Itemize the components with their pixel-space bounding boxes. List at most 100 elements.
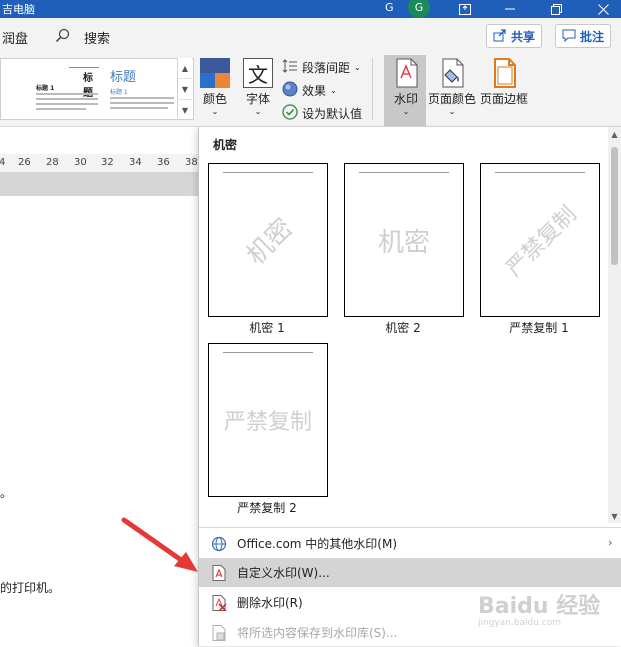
chevron-down-icon: ⌄	[402, 107, 410, 116]
effects-label: 效果	[302, 84, 327, 98]
site-watermark-url: jingyan.baidu.com	[478, 618, 562, 628]
ruler-tick: 36	[157, 157, 170, 168]
minimize-icon[interactable]	[497, 0, 523, 18]
avatar[interactable]: G	[408, 0, 430, 18]
fonts-button[interactable]: 文 字体 ⌄	[243, 58, 273, 116]
user-initial: G	[385, 1, 394, 14]
custom-watermark-item[interactable]: 自定义水印(W)...	[199, 558, 621, 587]
search-icon[interactable]	[55, 28, 71, 47]
gallery-heading1-right: 标题 1	[110, 89, 128, 96]
comment-label: 批注	[580, 29, 605, 44]
tile-watermark-text: 严禁复制	[501, 201, 582, 282]
remove-watermark-label: 删除水印(R)	[237, 596, 303, 610]
remove-watermark-icon	[211, 594, 227, 611]
fonts-icon: 文	[243, 58, 273, 88]
watermark-tile[interactable]: 严禁复制	[480, 163, 600, 317]
gallery-down-icon[interactable]: ▼	[178, 79, 192, 100]
ruler-tick: 30	[74, 157, 87, 168]
title-bar: 吉电脑 G G	[0, 0, 621, 18]
document-text: 。	[0, 486, 13, 500]
page-color-button[interactable]: 页面颜色 ⌄	[428, 58, 476, 116]
gallery-up-icon[interactable]: ▲	[178, 58, 192, 79]
ruler-bar	[0, 172, 198, 196]
window-title: 吉电脑	[2, 3, 35, 16]
site-watermark-text: Baidu 经验	[478, 594, 601, 619]
horizontal-ruler: 4 26 28 30 32 34 36 38	[0, 154, 198, 172]
annotation-arrow	[121, 517, 198, 572]
gallery-heading-large: 标题	[110, 70, 137, 85]
colors-icon	[200, 58, 230, 88]
panel-scrollbar[interactable]: ▲ ▼	[608, 127, 621, 523]
globe-icon	[211, 536, 227, 552]
search-label[interactable]: 搜索	[84, 28, 110, 47]
design-ribbon: 标题 标题 1 标题 标题 1 ▲ ▼ ▼ 颜色 ⌄ 文 字体 ⌄	[0, 54, 621, 127]
scroll-up-icon[interactable]: ▲	[608, 127, 621, 141]
page-borders-button[interactable]: 页面边框	[480, 58, 528, 107]
chevron-right-icon: ›	[608, 536, 613, 549]
tile-label: 机密 2	[385, 321, 421, 335]
ruler-tick: 4	[0, 157, 6, 168]
watermark-icon	[391, 58, 421, 88]
style-thumbnail-2[interactable]: 标题 标题 1	[107, 61, 177, 115]
watermark-doc-icon	[211, 564, 227, 581]
ribbon-display-icon[interactable]	[452, 0, 478, 18]
colors-button[interactable]: 颜色 ⌄	[200, 58, 230, 116]
colors-label: 颜色	[202, 92, 227, 106]
custom-watermark-label: 自定义水印(W)...	[237, 566, 330, 580]
ruler-tick: 26	[18, 157, 31, 168]
comment-icon	[562, 28, 576, 45]
restore-icon[interactable]	[543, 0, 569, 18]
more-watermarks-item[interactable]: Office.com 中的其他水印(M) ›	[199, 529, 621, 558]
ruler-tick: 32	[101, 157, 114, 168]
page-color-label: 页面颜色	[428, 92, 477, 106]
tile-label: 机密 1	[249, 321, 285, 335]
tile-label: 严禁复制 2	[237, 501, 297, 515]
paragraph-spacing-icon	[282, 58, 298, 77]
paragraph-spacing-button[interactable]: 段落间距 ⌄	[282, 58, 361, 77]
menu-row: 润盘 搜索 共享 批注	[0, 18, 621, 54]
ruler-tick: 38	[185, 157, 198, 168]
menu-item-partial[interactable]: 润盘	[2, 28, 28, 47]
watermark-button[interactable]: 水印 ⌄	[391, 58, 421, 116]
tile-label: 严禁复制 1	[509, 321, 569, 335]
share-button[interactable]: 共享	[486, 24, 543, 48]
tile-watermark-text: 机密	[240, 212, 299, 271]
scroll-down-icon[interactable]: ▼	[608, 509, 621, 523]
paragraph-spacing-label: 段落间距	[302, 61, 351, 75]
page-color-icon	[437, 58, 467, 88]
share-label: 共享	[511, 29, 536, 44]
chevron-down-icon: ⌄	[330, 86, 337, 95]
watermark-label: 水印	[393, 92, 418, 106]
watermark-tile[interactable]: 机密	[344, 163, 464, 317]
page-border-label: 页面边框	[480, 92, 529, 106]
site-watermark: Baidu 经验 jingyan.baidu.com	[478, 588, 600, 628]
gallery-scroll[interactable]: ▲ ▼ ▼	[177, 58, 192, 118]
save-to-gallery-label: 将所选内容保存到水印库(S)...	[237, 626, 398, 640]
gallery-more-icon[interactable]: ▼	[178, 100, 192, 120]
tile-watermark-text: 机密	[377, 227, 430, 258]
watermark-dropdown: 机密 机密 机密 1 机密 机密 2 严禁复制 严禁复制 1 严禁复制 严禁复制…	[198, 127, 621, 646]
chevron-down-icon: ⌄	[354, 63, 361, 72]
save-to-gallery-icon	[211, 624, 227, 641]
ribbon-divider	[372, 58, 373, 120]
chevron-down-icon: ⌄	[254, 107, 262, 116]
effects-button[interactable]: 效果 ⌄	[282, 81, 337, 100]
fonts-label: 字体	[245, 92, 270, 106]
section-title: 机密	[213, 138, 238, 152]
set-default-label: 设为默认值	[302, 107, 363, 121]
set-default-button[interactable]: 设为默认值	[282, 104, 362, 123]
check-circle-icon	[282, 104, 298, 123]
comments-button[interactable]: 批注	[555, 24, 612, 48]
close-icon[interactable]	[590, 0, 616, 18]
ruler-tick: 28	[46, 157, 59, 168]
scroll-thumb[interactable]	[611, 147, 618, 265]
watermark-tile[interactable]: 机密	[208, 163, 328, 317]
page-border-icon	[489, 58, 519, 88]
more-watermarks-label: Office.com 中的其他水印(M)	[237, 537, 398, 551]
watermark-tile[interactable]: 严禁复制	[208, 343, 328, 497]
share-icon	[493, 28, 507, 45]
style-thumbnail-1[interactable]: 标题 标题 1	[3, 61, 99, 115]
document-format-gallery[interactable]: 标题 标题 1 标题 标题 1	[0, 58, 194, 120]
effects-icon	[282, 81, 298, 100]
menu-divider	[199, 527, 621, 528]
